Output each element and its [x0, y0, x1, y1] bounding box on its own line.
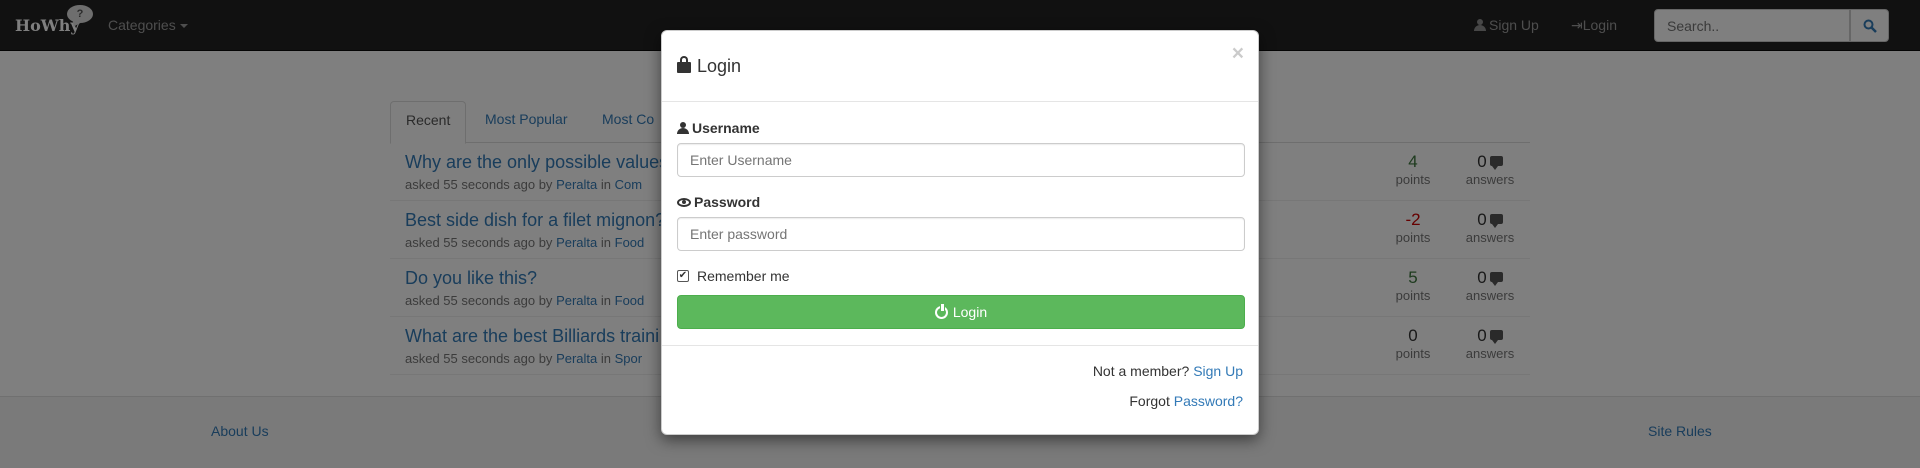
password-input[interactable] [677, 217, 1245, 251]
forgot-text: Forgot [1129, 393, 1170, 409]
not-member-text: Not a member? [1092, 363, 1190, 379]
login-button-label: Login [952, 304, 988, 320]
username-input[interactable] [677, 143, 1245, 177]
remember-me-checkbox[interactable]: ✔ [677, 270, 689, 282]
power-icon [934, 304, 948, 319]
signup-link[interactable]: Sign Up [1193, 363, 1243, 379]
modal-title: Login [677, 56, 741, 77]
modal-header: Login × [662, 31, 1258, 102]
modal-title-text: Login [697, 56, 742, 76]
not-member-line: Not a member? Sign Up [1093, 363, 1243, 379]
close-button[interactable]: × [1232, 43, 1244, 64]
lock-icon [677, 56, 691, 73]
forgot-password-link[interactable]: Password? [1174, 393, 1243, 409]
remember-me-label[interactable]: Remember me [697, 268, 790, 284]
forgot-line: Forgot Password? [1129, 393, 1243, 409]
login-button[interactable]: Login [677, 295, 1245, 329]
username-label-text: Username [692, 120, 760, 136]
password-label-text: Password [694, 194, 761, 210]
eye-icon [677, 198, 691, 207]
login-modal: Login × Username Password ✔ Remember me … [661, 30, 1259, 435]
user-icon [677, 122, 689, 134]
username-label: Username [677, 120, 760, 136]
password-label: Password [677, 194, 760, 210]
modal-footer: Not a member? Sign Up Forgot Password? [662, 345, 1258, 435]
